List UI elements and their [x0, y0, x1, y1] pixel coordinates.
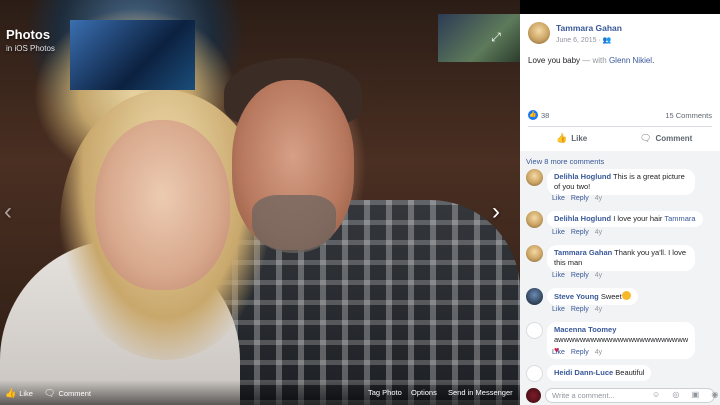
photo-like-button[interactable]: 👍 Like [5, 388, 33, 399]
comment-reply-link[interactable]: Reply [571, 306, 589, 313]
comment-bubble: Delihla Hoglund I love your hair Tammara [547, 211, 703, 227]
poster-avatar[interactable] [528, 22, 550, 44]
photo-viewer[interactable]: Photos in iOS Photos ⤢ ‹ › 👍 Like 🗨 Commen… [0, 0, 520, 405]
divider [528, 126, 712, 127]
background-tv [70, 20, 195, 90]
next-photo-arrow-icon[interactable]: › [492, 200, 500, 224]
man-beard [252, 195, 336, 253]
commenter-name[interactable]: Tammara Gahan [554, 248, 612, 257]
comment-age[interactable]: 4y [595, 195, 602, 202]
post-date[interactable]: June 6, 2015 · [556, 37, 603, 44]
comment-text: awwwwwwwwwwwwwwwwwwwwwwww [554, 335, 689, 344]
comments-count[interactable]: 15 Comments [665, 111, 712, 120]
photo-comment-label: Comment [58, 389, 91, 398]
comment-like-link[interactable]: Like [552, 195, 565, 202]
like-reaction-icon[interactable]: 👍 [528, 110, 538, 120]
comment-like-link[interactable]: Like [552, 349, 565, 356]
background-tv [438, 14, 520, 62]
comment-bubble: Steve Young Sweet [547, 288, 638, 305]
comment-like-link[interactable]: Like [552, 229, 565, 236]
comment-button[interactable]: 🗨 Comment [640, 133, 692, 144]
send-in-messenger-button[interactable]: Send in Messenger [448, 388, 513, 397]
woman-face [95, 120, 230, 290]
comment-age[interactable]: 4y [595, 272, 602, 279]
fullscreen-icon[interactable]: ⤢ [489, 30, 503, 44]
commenter-name[interactable]: Delihla Hoglund [554, 172, 611, 181]
current-user-avatar [526, 388, 541, 403]
like-count[interactable]: 38 [541, 111, 549, 120]
like-button-label: Like [571, 134, 588, 143]
comment-text: Beautiful [615, 368, 645, 377]
commenter-avatar[interactable] [526, 245, 543, 262]
caption-end: . [652, 56, 655, 65]
comment-icon: 🗨 [44, 388, 56, 398]
comment-reply-link[interactable]: Reply [571, 349, 589, 356]
comment-actions: Like Reply 4y [552, 349, 608, 356]
comment-tag-link[interactable]: Tammara [664, 214, 695, 223]
commenter-avatar[interactable] [526, 169, 543, 186]
commenter-name[interactable]: Steve Young [554, 292, 599, 301]
album-subtitle[interactable]: in iOS Photos [6, 44, 55, 53]
comment-actions: Like Reply 4y [552, 306, 608, 313]
comment-like-link[interactable]: Like [552, 272, 565, 279]
audience-icon[interactable]: 👥 [603, 37, 612, 44]
comment-bubble: Tammara Gahan Thank you ya'll. I love th… [547, 245, 695, 271]
commenter-avatar[interactable] [526, 288, 543, 305]
commenter-name[interactable]: Macenna Toomey [554, 325, 616, 334]
tagged-person-link[interactable]: Glenn Nikiel [609, 56, 652, 65]
caption-text: Love you baby [528, 56, 581, 65]
comment-like-link[interactable]: Like [552, 306, 565, 313]
comment-text: Sweet [600, 292, 622, 301]
previous-photo-arrow-icon[interactable]: ‹ [4, 200, 12, 224]
view-more-comments-link[interactable]: View 8 more comments [526, 157, 604, 166]
tag-photo-button[interactable]: Tag Photo [368, 388, 402, 397]
comment-text: I love your hair [613, 214, 665, 223]
comment-actions: Like Reply 4y [552, 229, 608, 236]
caption-with: — with [580, 56, 609, 65]
like-button[interactable]: 👍 Like [556, 133, 587, 144]
composer-icons[interactable]: ☺ ◎ ▣ ◉ [652, 390, 720, 399]
post-caption: Love you baby — with Glenn Nikiel. [528, 56, 654, 65]
commenter-name[interactable]: Heidi Dann-Luce [554, 368, 613, 377]
smile-emoji-icon [621, 291, 631, 300]
comment-age[interactable]: 4y [595, 306, 602, 313]
commenter-name[interactable]: Delihla Hoglund [554, 214, 611, 223]
commenter-avatar[interactable] [526, 211, 543, 228]
comment-actions: Like Reply 4y [552, 272, 608, 279]
commenter-avatar[interactable] [526, 322, 543, 339]
album-title[interactable]: Photos [6, 27, 50, 42]
options-button[interactable]: Options [411, 388, 437, 397]
comment-icon: 🗨 [640, 133, 652, 143]
photo-like-label: Like [19, 389, 33, 398]
thumbs-up-icon: 👍 [5, 388, 17, 398]
commenter-avatar[interactable] [526, 365, 543, 382]
comment-age[interactable]: 4y [595, 349, 602, 356]
poster-name[interactable]: Tammara Gahan [556, 23, 622, 33]
comment-reply-link[interactable]: Reply [571, 229, 589, 236]
comment-actions: Like Reply 4y [552, 195, 608, 202]
thumbs-up-icon: 👍 [556, 133, 568, 143]
comment-age[interactable]: 4y [595, 229, 602, 236]
post-meta: June 6, 2015 · 👥 [556, 36, 611, 44]
comment-reply-link[interactable]: Reply [571, 272, 589, 279]
comment-bubble: Heidi Dann-Luce Beautiful [547, 365, 652, 381]
comment-bubble: Delihla Hoglund This is a great picture … [547, 169, 695, 195]
photo-comment-button[interactable]: 🗨 Comment [44, 388, 91, 399]
comment-reply-link[interactable]: Reply [571, 195, 589, 202]
comment-button-label: Comment [655, 134, 693, 143]
